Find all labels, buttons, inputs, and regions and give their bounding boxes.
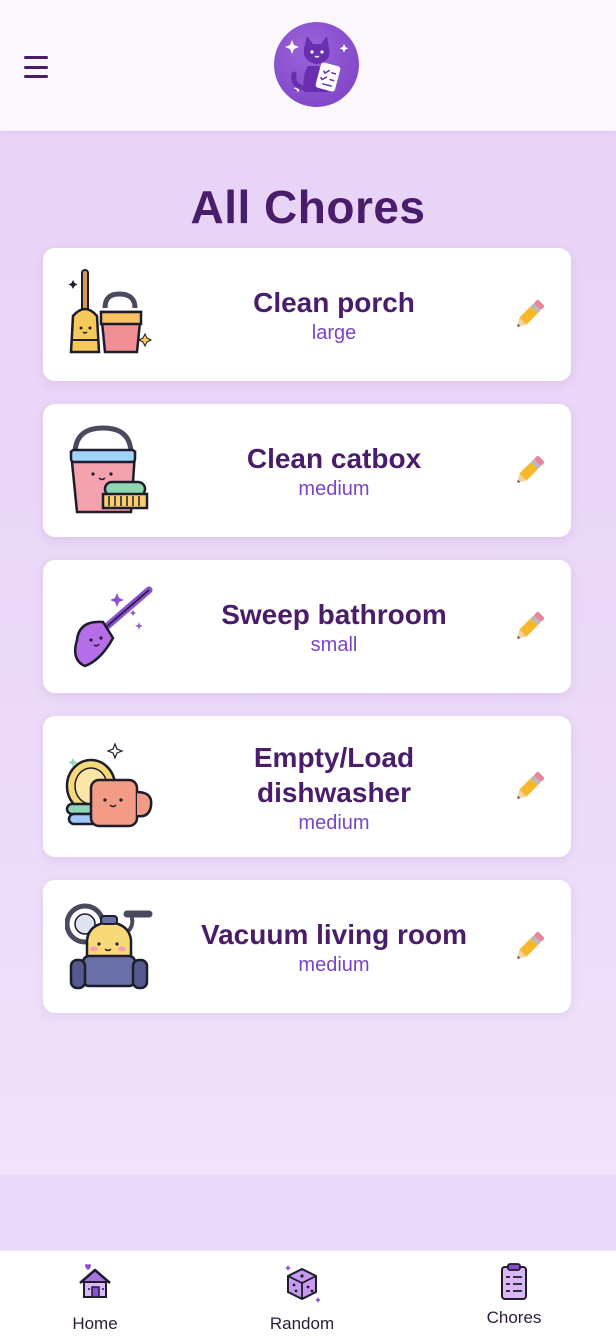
chore-card[interactable]: Sweep bathroom small [43, 560, 571, 693]
chore-card[interactable]: Clean catbox medium [43, 404, 571, 537]
page-title: All Chores [190, 181, 426, 233]
nav-item-chores[interactable]: Chores [454, 1251, 574, 1342]
broom-and-bucket-icon [65, 268, 157, 360]
purple-broom-icon [65, 580, 157, 672]
nav-label-home: Home [72, 1314, 118, 1333]
chore-size: medium [298, 812, 370, 834]
chore-name: Clean porch [253, 287, 415, 318]
bucket-and-brush-icon [65, 424, 157, 516]
chore-size: medium [298, 478, 370, 500]
dice-icon [285, 1265, 320, 1303]
chore-card[interactable]: Vacuum living room medium [43, 880, 571, 1013]
plates-and-mug-icon [65, 740, 157, 832]
nav-item-random[interactable]: Random [242, 1251, 362, 1342]
chore-size: medium [298, 954, 370, 976]
pencil-icon[interactable] [512, 452, 548, 488]
chore-card[interactable]: Empty/Load dishwasher medium [43, 716, 571, 857]
hamburger-menu-icon[interactable] [24, 56, 48, 78]
pencil-icon[interactable] [512, 296, 548, 332]
nav-label-random: Random [269, 1314, 335, 1333]
chore-name: Empty/Load dishwasher [253, 742, 415, 808]
house-icon [79, 1264, 111, 1298]
nav-label-chores: Chores [486, 1308, 542, 1327]
chore-name: Sweep bathroom [221, 599, 447, 630]
pencil-icon[interactable] [512, 608, 548, 644]
pencil-icon[interactable] [512, 768, 548, 804]
chore-size: large [311, 322, 357, 344]
bottom-nav: Home Random Chores [0, 1250, 616, 1342]
pencil-icon[interactable] [512, 928, 548, 964]
nav-item-home[interactable]: Home [35, 1251, 155, 1342]
main-bottom-strip [0, 1175, 616, 1250]
chore-name: Vacuum living room [200, 919, 468, 950]
cat-with-checklist-logo [274, 22, 359, 107]
chore-size: small [310, 634, 358, 656]
chore-name: Clean catbox [246, 443, 422, 474]
clipboard-icon [501, 1263, 527, 1300]
chore-card[interactable]: Clean porch large [43, 248, 571, 381]
app-header [0, 0, 616, 131]
vacuum-cleaner-icon [64, 900, 157, 992]
